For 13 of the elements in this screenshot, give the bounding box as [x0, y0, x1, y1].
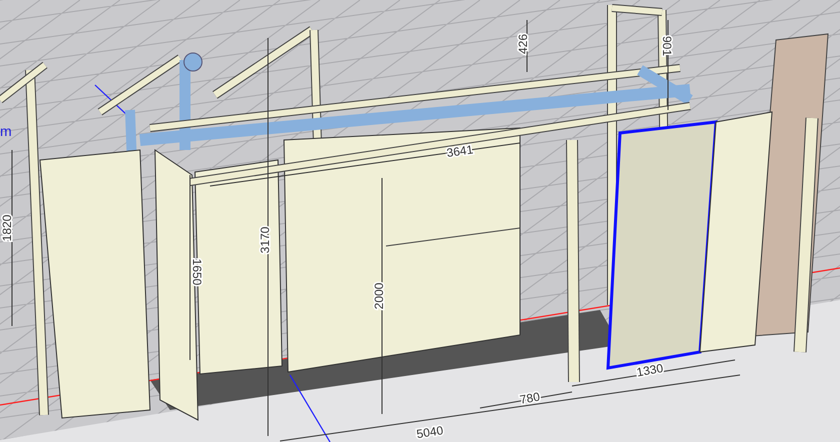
dimension-label: 1650: [190, 258, 204, 286]
wall-panel[interactable]: [699, 111, 773, 353]
wall-panel[interactable]: [39, 149, 151, 419]
dimension-line: [526, 20, 528, 72]
dimension-label: 2000: [372, 282, 386, 310]
dimension-label: 780: [518, 390, 541, 407]
dimension-label: 5040: [416, 423, 444, 442]
pipe-end: [184, 52, 202, 72]
unit-label: m: [0, 123, 12, 139]
y-axis-line: [289, 374, 331, 442]
dimension-label: 3641: [446, 142, 474, 160]
frame-brace: [0, 62, 48, 104]
dimension-label: 1820: [0, 214, 14, 242]
